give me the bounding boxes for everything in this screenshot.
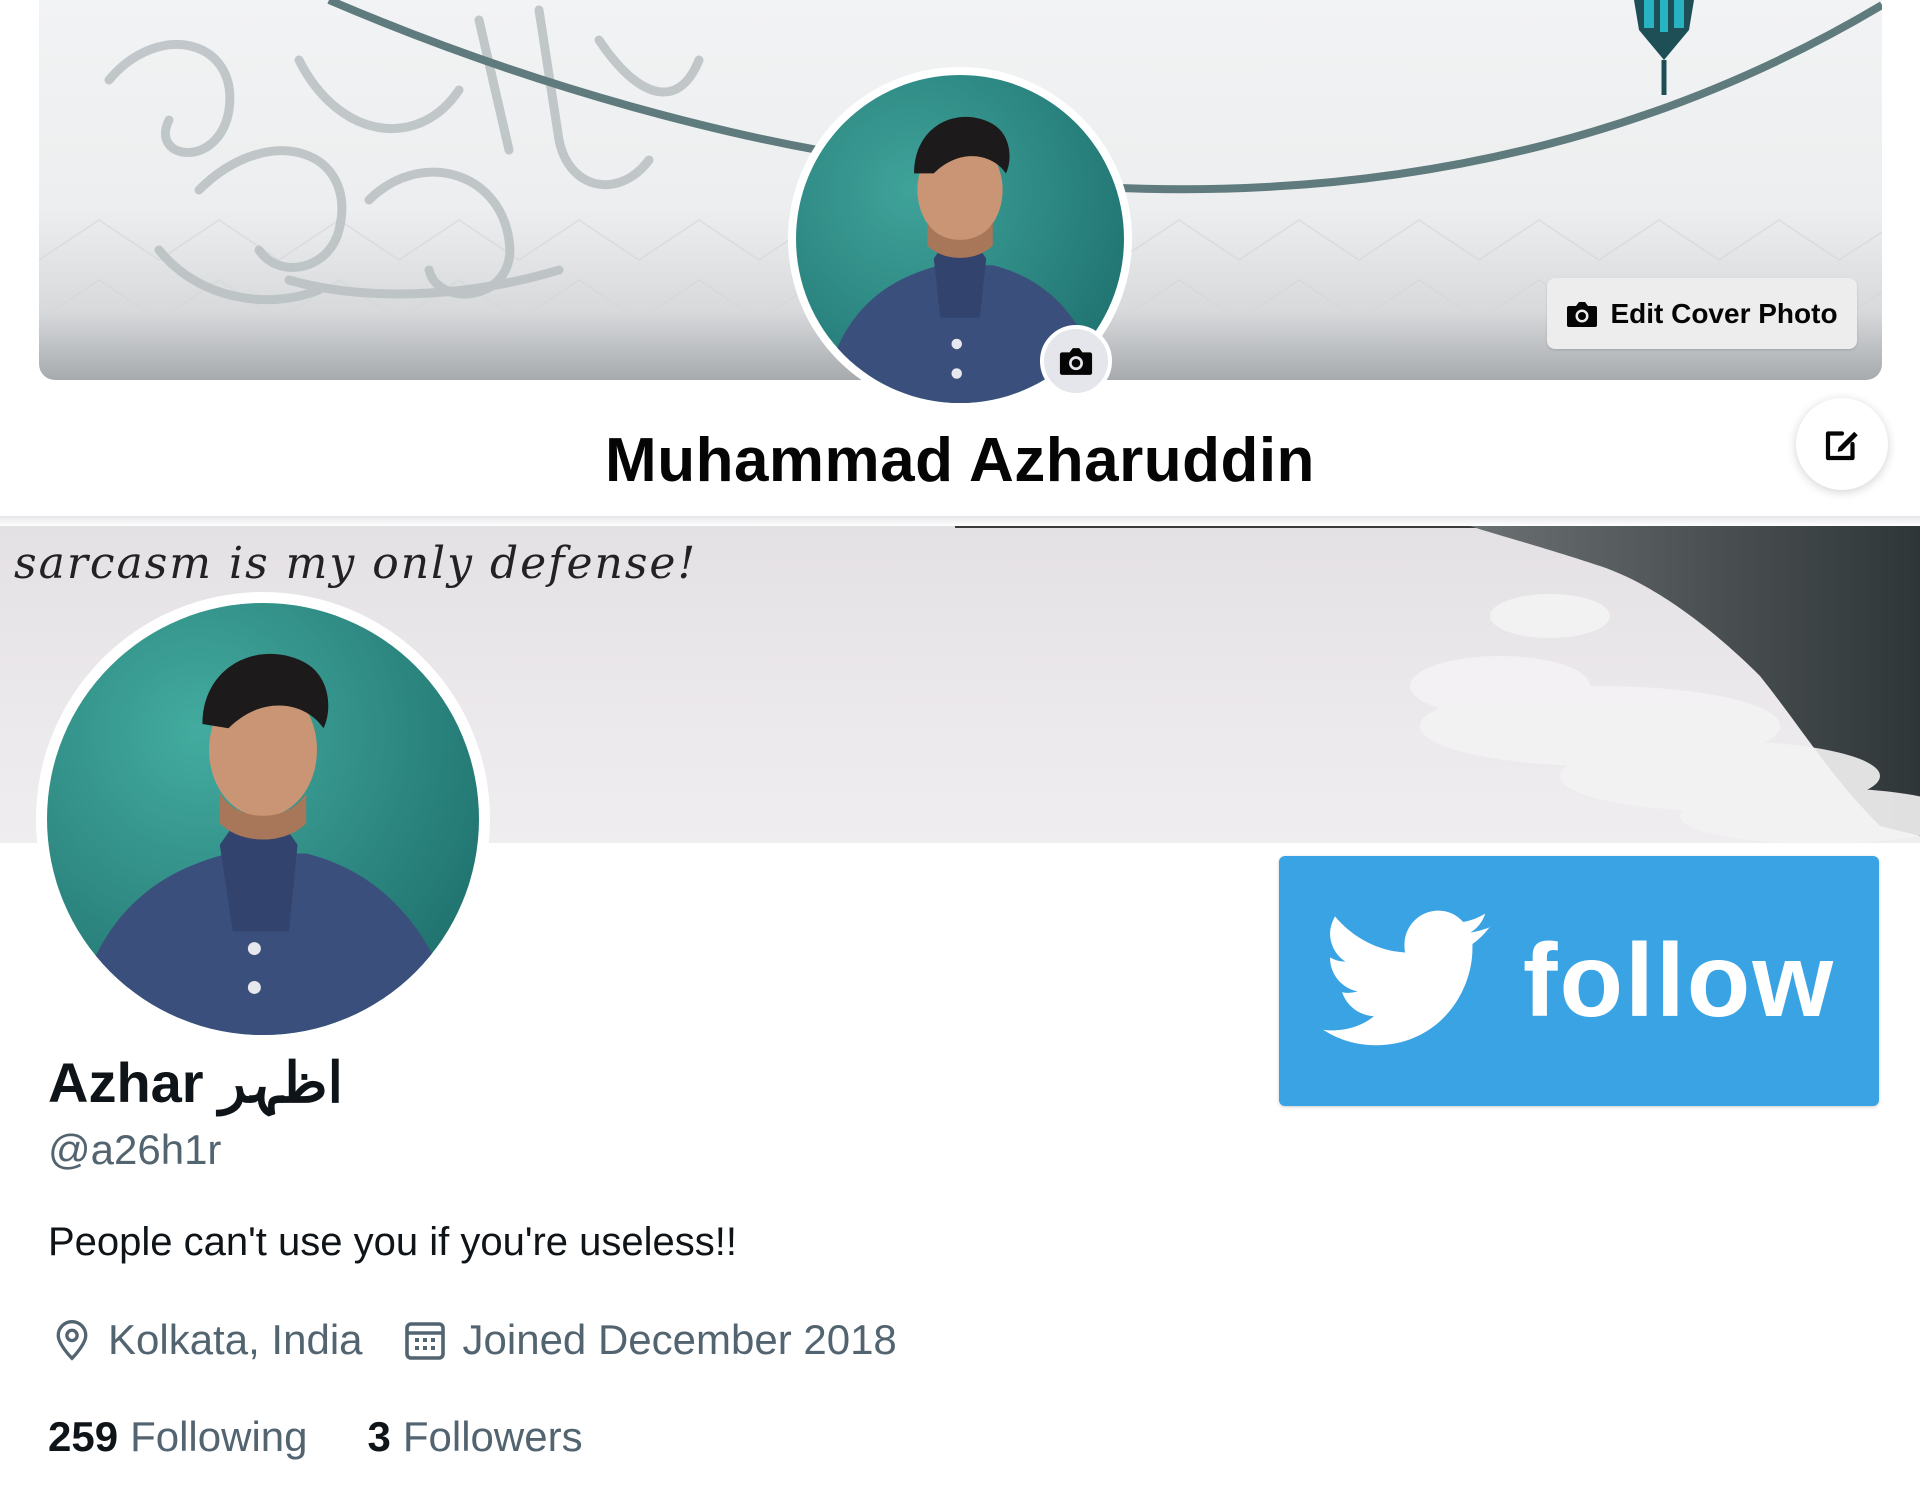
twitter-profile-picture[interactable]: [36, 592, 490, 1046]
following-count: 259: [48, 1413, 119, 1460]
twitter-follow-button[interactable]: follow: [1279, 856, 1879, 1106]
twitter-bird-icon: [1322, 910, 1490, 1045]
follow-button-label: follow: [1522, 922, 1836, 1039]
location-pin-icon: [56, 1320, 88, 1361]
followers-count: 3: [367, 1413, 391, 1460]
twitter-display-name: Azhar اظہر: [48, 1051, 343, 1114]
location-text: Kolkata, India: [108, 1316, 363, 1363]
edit-cover-photo-label: Edit Cover Photo: [1610, 297, 1838, 329]
followers-label: Followers: [402, 1413, 583, 1460]
twitter-bio: People can't use you if you're useless!!: [48, 1220, 738, 1264]
following-link[interactable]: 259 Following: [48, 1413, 308, 1461]
banner-script-text: sarcasm is my only defense!: [14, 538, 698, 589]
twitter-handle: @a26h1r: [48, 1126, 222, 1173]
edit-cover-photo-button[interactable]: Edit Cover Photo: [1547, 278, 1857, 349]
pencil-square-icon: [1825, 431, 1858, 461]
profile-photo-portrait: [47, 603, 479, 1035]
joined-text: Joined December 2018: [462, 1316, 897, 1363]
facebook-profile-name: Muhammad Azharuddin: [605, 426, 1315, 495]
facebook-profile-header: Edit Cover Photo Muhammad Azharuddin: [0, 0, 1920, 520]
followers-link[interactable]: 3 Followers: [368, 1413, 583, 1461]
camera-icon: [1059, 348, 1093, 375]
follow-stats: 259 Following 3 Followers: [48, 1413, 643, 1461]
joined-item: Joined December 2018: [401, 1316, 897, 1364]
section-divider: [0, 516, 1920, 526]
following-label: Following: [130, 1413, 308, 1460]
twitter-profile: sarcasm is my only defense! follow Azhar…: [0, 526, 1920, 1501]
camera-icon: [1567, 301, 1598, 327]
location-item: Kolkata, India: [50, 1316, 363, 1364]
edit-profile-button[interactable]: [1796, 398, 1888, 490]
profile-meta-row: Kolkata, India Joined December 2018: [50, 1316, 935, 1364]
update-profile-picture-button[interactable]: [1040, 325, 1112, 397]
calendar-icon: [404, 1322, 445, 1360]
